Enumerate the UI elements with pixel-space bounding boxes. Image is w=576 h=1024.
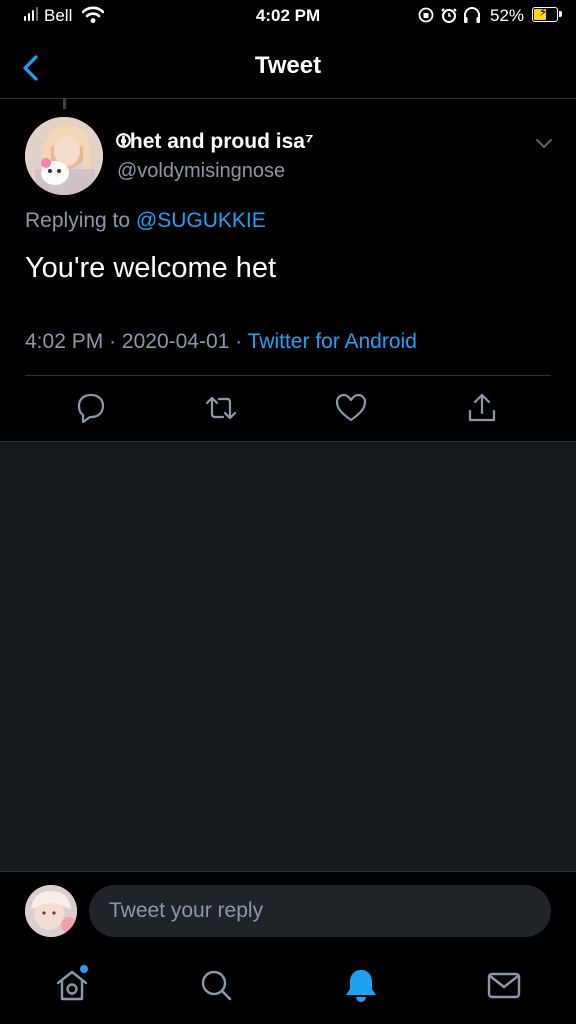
search-icon[interactable]	[196, 965, 236, 1005]
reply-icon[interactable]	[73, 390, 109, 426]
tweet-meta: 4:02 PM · 2020-04-01 · Twitter for Andro…	[25, 330, 417, 354]
home-icon[interactable]	[52, 965, 92, 1005]
tweet-date: 2020-04-01	[121, 330, 230, 353]
replying-to: Replying to @SUGUKKIE	[25, 209, 266, 233]
share-icon[interactable]	[464, 390, 500, 426]
new-content-dot	[80, 965, 88, 973]
empty-replies-area	[0, 441, 576, 872]
reply-input[interactable]	[89, 885, 551, 937]
own-avatar[interactable]	[25, 885, 77, 937]
status-icons	[418, 5, 486, 30]
meta-separator: ·	[109, 330, 117, 353]
messages-icon[interactable]	[484, 965, 524, 1005]
thread-connector	[63, 99, 66, 109]
retweet-icon[interactable]	[203, 390, 239, 426]
avatar[interactable]	[25, 117, 103, 195]
meta-separator: ·	[235, 330, 243, 353]
tweet-source-link[interactable]: Twitter for Android	[248, 330, 417, 353]
status-bar: Bell 4:02 PM 52% ⚡	[0, 0, 576, 34]
tweet-time: 4:02 PM	[25, 330, 104, 353]
mention-link[interactable]: @SUGUKKIE	[136, 209, 266, 232]
notifications-icon[interactable]	[341, 965, 381, 1005]
screen-lock-icon	[418, 7, 434, 23]
bottom-tab-bar	[0, 951, 576, 1024]
display-name[interactable]: 🅯het and proud isa⁷	[117, 130, 314, 155]
header: Tweet	[0, 34, 576, 99]
battery-charging-icon: ⚡	[532, 5, 558, 22]
tweet-text: You're welcome het	[25, 252, 277, 284]
reply-composer	[0, 871, 576, 952]
chevron-down-icon[interactable]	[532, 132, 556, 154]
replying-prefix: Replying to	[25, 209, 131, 232]
tweet-actions	[0, 376, 576, 440]
page-title: Tweet	[254, 52, 322, 79]
battery-cap	[559, 11, 562, 17]
alarm-icon	[441, 8, 457, 23]
headphones-icon	[464, 7, 480, 23]
like-icon[interactable]	[333, 390, 369, 426]
user-handle[interactable]: @voldymisingnose	[117, 160, 285, 183]
battery-percent: 52%	[490, 6, 525, 25]
